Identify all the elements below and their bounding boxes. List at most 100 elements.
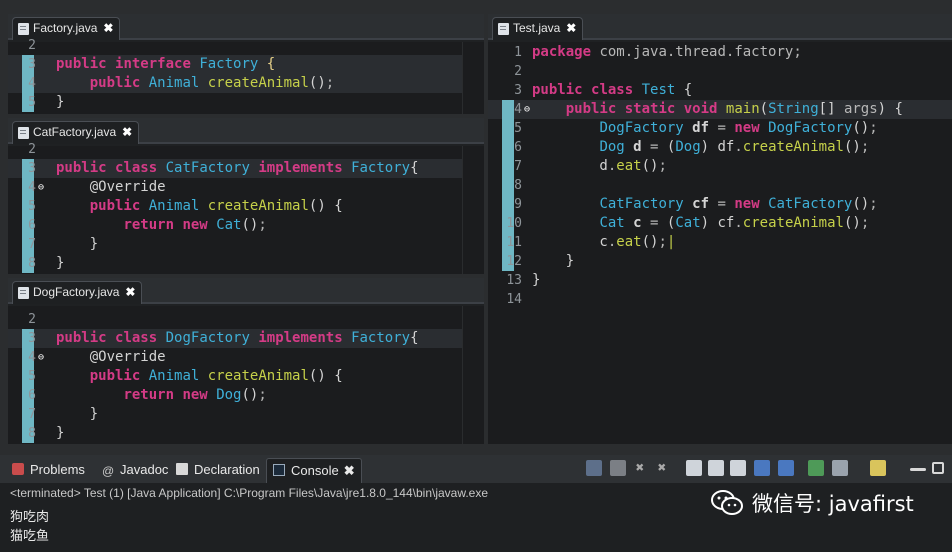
line-number: 12	[506, 254, 522, 269]
line-number: 5	[28, 369, 36, 384]
code-line[interactable]: 4 ⊖ public static void main(String[] args…	[488, 100, 952, 119]
line-number: 3	[514, 83, 522, 98]
tab-declaration[interactable]: Declaration	[176, 461, 260, 479]
display-console-icon[interactable]	[832, 460, 848, 476]
code-line[interactable]: 3 public class CatFactory implements Fact…	[8, 159, 484, 178]
console-output-line: 猫吃鱼	[10, 529, 50, 544]
code-line[interactable]: 13}	[488, 271, 952, 290]
close-icon[interactable]: ✖	[344, 462, 355, 480]
vertical-scrollbar[interactable]	[462, 146, 484, 274]
code-line[interactable]: 7 }	[8, 235, 484, 254]
code-line[interactable]: 12 }	[488, 252, 952, 271]
code-area[interactable]: 2 3 public class DogFactory implements Fac…	[8, 306, 484, 444]
line-number: 2	[514, 64, 522, 79]
line-number: 3	[28, 331, 36, 346]
code-line[interactable]: 11 c.eat();|	[488, 233, 952, 252]
line-number: 10	[506, 216, 522, 231]
tab-problems[interactable]: Problems	[12, 461, 85, 479]
code-line[interactable]: 3 public class DogFactory implements Fact…	[8, 329, 484, 348]
pin-console-icon[interactable]	[808, 460, 824, 476]
line-number: 7	[28, 237, 36, 252]
tab-javadoc[interactable]: @ Javadoc	[102, 461, 168, 479]
code-line[interactable]: 3 public interface Factory {	[8, 55, 484, 74]
code-line[interactable]: 8	[488, 176, 952, 195]
close-icon[interactable]: ✖	[125, 282, 135, 303]
code-line[interactable]: 2	[488, 62, 952, 81]
code-line[interactable]: 5}	[8, 93, 484, 112]
code-text: public class DogFactory implements Facto…	[56, 330, 419, 346]
code-line[interactable]: 4 ⊖ @Override	[8, 178, 484, 197]
code-line[interactable]: 6 return new Dog();	[8, 386, 484, 405]
code-line[interactable]: 2	[8, 36, 484, 55]
word-wrap-icon[interactable]	[730, 460, 746, 476]
tab-test-java[interactable]: Test.java ✖	[492, 17, 584, 40]
java-file-icon	[18, 23, 29, 35]
declaration-icon	[176, 463, 188, 475]
line-number: 13	[506, 273, 522, 288]
terminate-icon[interactable]	[610, 460, 626, 476]
code-text: package com.java.thread.factory;	[532, 44, 802, 60]
code-area[interactable]: 1 package com.java.thread.factory; 2 3 publi…	[488, 42, 952, 444]
close-icon[interactable]: ✖	[566, 18, 576, 39]
code-line[interactable]: 3 public class Test {	[488, 81, 952, 100]
javadoc-icon: @	[102, 464, 115, 478]
code-text: }	[56, 406, 99, 422]
dogfactory-editor-panel: DogFactory.java ✖ 2 3 public class DogFacto…	[8, 278, 484, 444]
code-area[interactable]: 2 3 public class CatFactory implements Fac…	[8, 142, 484, 274]
remove-launch-icon[interactable]: ✖	[632, 460, 648, 476]
line-number: 5	[514, 121, 522, 136]
code-area[interactable]: 2 3 public interface Factory {4 public Ani…	[8, 38, 484, 114]
code-text: DogFactory df = new DogFactory();	[599, 120, 878, 136]
code-text: public Animal createAnimal() {	[89, 198, 343, 214]
code-line[interactable]: 5 public Animal createAnimal() {	[8, 367, 484, 386]
show-on-stdout-icon[interactable]	[754, 460, 770, 476]
code-line[interactable]: 7 }	[8, 405, 484, 424]
clear-console-icon[interactable]	[686, 460, 702, 476]
code-text: public static void main(String[] args) {	[565, 101, 903, 117]
maximize-icon[interactable]	[932, 462, 944, 474]
code-text: CatFactory cf = new CatFactory();	[599, 196, 878, 212]
fold-toggle-icon[interactable]: ⊖	[38, 178, 44, 197]
java-file-icon	[18, 127, 29, 139]
code-text: }	[532, 253, 575, 269]
code-text: public class Test {	[532, 82, 693, 98]
wechat-watermark: 微信号: javafirst	[710, 488, 914, 518]
line-number: 14	[506, 292, 522, 307]
code-line[interactable]: 5 public Animal createAnimal() {	[8, 197, 484, 216]
console-output-line: 狗吃肉	[10, 510, 50, 525]
code-line[interactable]: 2	[8, 310, 484, 329]
line-number: 9	[514, 197, 522, 212]
code-line[interactable]: 10 Cat c = (Cat) cf.createAnimal();	[488, 214, 952, 233]
console-icon	[273, 464, 285, 476]
line-number: 1	[514, 45, 522, 60]
code-line[interactable]: 9 CatFactory cf = new CatFactory();	[488, 195, 952, 214]
fold-toggle-icon[interactable]: ⊖	[524, 100, 530, 119]
code-line[interactable]: 4 public Animal createAnimal();	[8, 74, 484, 93]
show-on-stderr-icon[interactable]	[778, 460, 794, 476]
code-line[interactable]: 2	[8, 140, 484, 159]
relaunch-icon[interactable]	[586, 460, 602, 476]
remove-all-launches-icon[interactable]: ✖	[654, 460, 670, 476]
vertical-scrollbar[interactable]	[462, 42, 484, 114]
line-number: 2	[28, 142, 36, 157]
vertical-scrollbar[interactable]	[462, 306, 484, 444]
code-line[interactable]: 1 package com.java.thread.factory;	[488, 43, 952, 62]
code-text: c.eat();|	[532, 234, 676, 250]
test-editor-tabbar: Test.java ✖	[488, 14, 952, 40]
code-line[interactable]: 14	[488, 290, 952, 309]
line-number: 4	[28, 350, 36, 365]
code-line[interactable]: 7 d.eat();	[488, 157, 952, 176]
code-line[interactable]: 8}	[8, 254, 484, 273]
scroll-lock-icon[interactable]	[708, 460, 724, 476]
minimize-icon[interactable]	[910, 468, 926, 471]
code-line[interactable]: 6 return new Cat();	[8, 216, 484, 235]
code-line[interactable]: 4 ⊖ @Override	[8, 348, 484, 367]
code-line[interactable]: 5 DogFactory df = new DogFactory();	[488, 119, 952, 138]
tab-console[interactable]: Console ✖	[266, 458, 362, 483]
fold-toggle-icon[interactable]: ⊖	[38, 348, 44, 367]
tab-dogfactory-java[interactable]: DogFactory.java ✖	[12, 281, 143, 304]
code-line[interactable]: 8}	[8, 424, 484, 443]
code-line[interactable]: 6 Dog d = (Dog) df.createAnimal();	[488, 138, 952, 157]
line-number: 6	[28, 388, 36, 403]
new-console-icon[interactable]	[870, 460, 886, 476]
